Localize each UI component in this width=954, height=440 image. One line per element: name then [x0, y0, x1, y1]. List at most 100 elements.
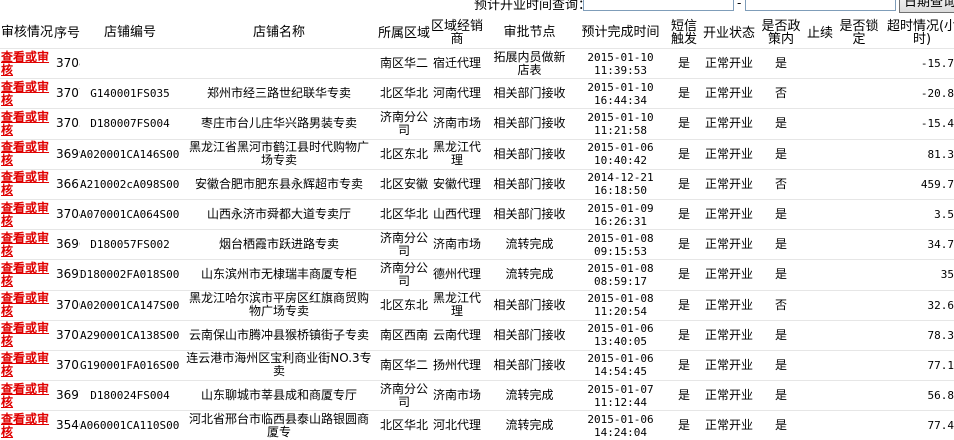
sms-cell: 是: [666, 350, 702, 380]
review-link: 查看或审核: [0, 350, 54, 380]
table-row: 查看或审核3707G140001FS035郑州市经三路世纪联华专卖北区华北河南代…: [0, 79, 954, 109]
date-query-button[interactable]: 日期查询: [899, 0, 954, 13]
review-link-text[interactable]: 查看或审核: [0, 141, 53, 167]
area-cell: 济南分公司: [378, 109, 430, 139]
overtime-cell-text: 34.7: [928, 238, 954, 251]
node-cell: 相关部门接收: [484, 139, 575, 169]
area-cell: 济南分公司: [378, 260, 430, 290]
policy-cell: 否: [756, 79, 806, 109]
review-link: 查看或审核: [0, 169, 54, 199]
node-cell: 流转完成: [484, 411, 575, 440]
review-link-text[interactable]: 查看或审核: [0, 262, 53, 288]
area-cell: 北区华北: [378, 79, 430, 109]
time-cell: 2015-01-09 16:26:31: [575, 199, 666, 229]
store-name-cell-text: 云南保山市腾冲县猴桥镇街子专卖: [184, 329, 374, 342]
store-name-cell: 连云港市海州区宝利商业街NO.3专卖: [180, 350, 378, 380]
review-link-text[interactable]: 查看或审核: [0, 81, 53, 107]
sms-cell-text: 是: [678, 177, 690, 191]
lock-cell: [834, 199, 884, 229]
review-link: 查看或审核: [0, 139, 54, 169]
node-cell-text: 流转完成: [490, 419, 570, 432]
seq-cell: 3708: [54, 49, 80, 79]
area-cell-text: 北区华北: [379, 208, 429, 221]
store-code-cell: D180007FS004: [80, 109, 180, 139]
dealer-cell-text: 济南市场: [432, 238, 482, 251]
lock-cell: [834, 350, 884, 380]
overtime-cell: 77.1: [884, 350, 954, 380]
area-cell: 南区西南: [378, 320, 430, 350]
time-cell: 2015-01-08 11:20:54: [575, 290, 666, 320]
cont-cell: [806, 79, 834, 109]
review-link-text[interactable]: 查看或审核: [0, 322, 53, 348]
overtime-cell-text: 459.7: [921, 178, 954, 191]
review-link-text[interactable]: 查看或审核: [0, 51, 53, 77]
review-link-text[interactable]: 查看或审核: [0, 413, 53, 439]
review-link-text[interactable]: 查看或审核: [0, 232, 53, 258]
table-row: 查看或审核3699A020001CA146S001黑龙江省黑河市鹤江县时代购物广…: [0, 139, 954, 169]
review-link-text[interactable]: 查看或审核: [0, 111, 53, 137]
time-cell: 2014-12-21 16:18:50: [575, 169, 666, 199]
sms-cell-text: 是: [678, 418, 690, 432]
node-cell-text: 相关部门接收: [490, 178, 570, 191]
policy-cell-text: 是: [775, 328, 787, 342]
sms-cell-text: 是: [678, 56, 690, 70]
area-cell: 北区华北: [378, 199, 430, 229]
node-cell: 流转完成: [484, 381, 575, 411]
review-link-text[interactable]: 查看或审核: [0, 352, 53, 378]
review-link-text[interactable]: 查看或审核: [0, 383, 53, 409]
area-cell-text: 济南分公司: [379, 262, 429, 288]
status-cell: 正常开业: [702, 169, 756, 199]
col-header: 预计完成时间: [575, 18, 666, 49]
status-cell: 正常开业: [702, 199, 756, 229]
seq-cell-text: 3667: [54, 177, 80, 191]
overtime-cell-text: -15.4: [921, 117, 954, 130]
time-cell: 2015-01-07 11:12:44: [575, 381, 666, 411]
area-cell-text: 北区安徽: [379, 178, 429, 191]
policy-cell-text: 是: [775, 388, 787, 402]
date-to-input[interactable]: [745, 0, 896, 11]
col-header: 所属区域: [378, 18, 430, 49]
store-name-cell-text: 烟台栖霞市跃进路专卖: [184, 238, 374, 251]
review-link-text[interactable]: 查看或审核: [0, 202, 53, 228]
node-cell: 相关部门接收: [484, 199, 575, 229]
cont-cell: [806, 290, 834, 320]
area-cell-text: 济南分公司: [379, 111, 429, 137]
col-header: 短信触发: [666, 18, 702, 49]
store-code-cell: [80, 49, 180, 79]
status-cell: 正常开业: [702, 109, 756, 139]
overtime-cell-text: 56.8: [928, 389, 954, 402]
dealer-cell: 德州代理: [430, 260, 484, 290]
time-cell: 2015-01-10 16:44:34: [575, 79, 666, 109]
time-cell-text: 2015-01-10 11:39:53: [585, 51, 657, 77]
review-link-text[interactable]: 查看或审核: [0, 292, 53, 318]
sms-cell-text: 是: [678, 388, 690, 402]
policy-cell-text: 否: [775, 86, 787, 100]
sms-cell: 是: [666, 260, 702, 290]
dealer-cell: 济南市场: [430, 381, 484, 411]
status-cell-text: 正常开业: [705, 238, 753, 251]
col-header: 审核情况: [0, 18, 54, 49]
area-cell: 北区安徽: [378, 169, 430, 199]
sms-cell: 是: [666, 199, 702, 229]
overtime-cell: -15.4: [884, 109, 954, 139]
store-name-cell-text: 郑州市经三路世纪联华专卖: [184, 87, 374, 100]
time-cell-text: 2015-01-06 14:24:04: [585, 413, 657, 439]
overtime-cell-text: 35: [941, 268, 954, 281]
store-code-cell: A070001CA064S002: [80, 199, 180, 229]
status-cell: 正常开业: [702, 139, 756, 169]
status-cell-text: 正常开业: [705, 178, 753, 191]
status-cell: 正常开业: [702, 79, 756, 109]
time-cell-text: 2015-01-08 11:20:54: [585, 292, 657, 318]
review-link-text[interactable]: 查看或审核: [0, 171, 53, 197]
dealer-cell: 河北代理: [430, 411, 484, 440]
date-from-input[interactable]: [583, 0, 734, 11]
store-code-cell-text: G190001FA016S003: [80, 359, 180, 372]
overtime-cell-text: -15.7: [921, 57, 954, 70]
dealer-cell-text: 济南市场: [432, 389, 482, 402]
policy-cell-text: 是: [775, 56, 787, 70]
table-row: 查看或审核3704A070001CA064S002山西永济市舜都大道专卖厅北区华…: [0, 199, 954, 229]
seq-cell: 3702: [54, 320, 80, 350]
lock-cell: [834, 290, 884, 320]
seq-cell-text: 3696: [54, 237, 80, 251]
store-name-cell-text: 连云港市海州区宝利商业街NO.3专卖: [184, 352, 374, 378]
